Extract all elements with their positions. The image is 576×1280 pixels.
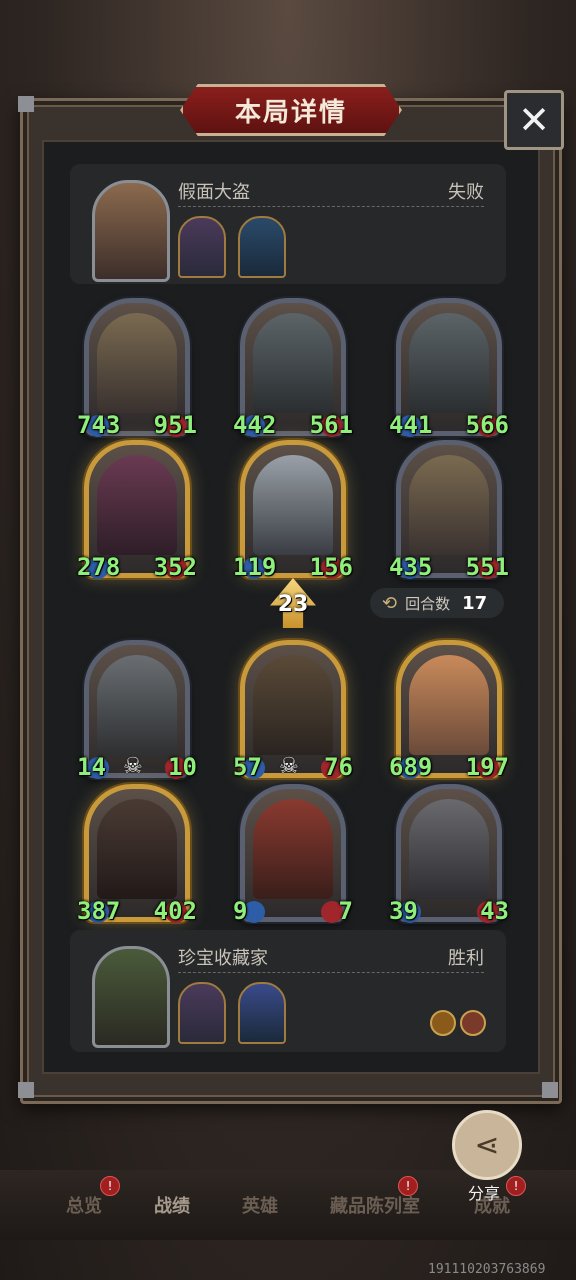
health-value: 561	[309, 411, 353, 439]
tier-level: 23	[277, 592, 309, 617]
medals	[430, 1010, 486, 1036]
minion-art	[253, 455, 333, 555]
rounds-badge: ⟲ 回合数 17	[370, 588, 504, 618]
minion-art	[253, 799, 333, 899]
attack-value: 689	[389, 753, 433, 781]
minion-art	[409, 799, 489, 899]
title-text: 本局详情	[234, 97, 347, 128]
skull-icon: ☠	[123, 754, 143, 779]
frame-corner	[542, 1082, 558, 1098]
attack-value: 441	[389, 411, 433, 439]
divider	[178, 206, 484, 207]
minion-art	[97, 799, 177, 899]
health-value: 7	[338, 897, 353, 925]
attack-value: 9	[233, 897, 248, 925]
rounds-label: 回合数	[405, 594, 451, 613]
attack-value: 743	[77, 411, 121, 439]
player-panel: 珍宝收藏家 胜利	[70, 930, 506, 1052]
share-button[interactable]: ⋖	[452, 1110, 522, 1180]
skull-icon: ☠	[279, 754, 299, 779]
opponent-minion-card[interactable]: 441 566	[389, 298, 509, 439]
player-spell-card[interactable]	[238, 982, 286, 1044]
minion-art	[409, 455, 489, 555]
close-icon: ✕	[518, 98, 550, 142]
player-minion-card[interactable]: 689 197	[389, 640, 509, 781]
health-value: 951	[153, 411, 197, 439]
notification-dot: !	[398, 1176, 418, 1196]
user-id: 191110203763869	[428, 1262, 546, 1277]
player-result: 胜利	[448, 948, 484, 969]
opponent-minion-card[interactable]: 442 561	[233, 298, 353, 439]
health-value: 43	[480, 897, 509, 925]
frame-corner	[18, 96, 34, 112]
health-value: 402	[153, 897, 197, 925]
minion-art	[253, 313, 333, 413]
crown-medal-icon	[430, 1010, 456, 1036]
opponent-avatar	[92, 180, 170, 282]
attack-value: 387	[77, 897, 121, 925]
share-label: 分享	[467, 1184, 500, 1203]
rounds-icon: ⟲	[382, 592, 398, 614]
minion-art	[409, 655, 489, 755]
health-value: 197	[465, 753, 509, 781]
player-minion-card[interactable]: ☠ 14 10	[77, 640, 197, 781]
share-icon: ⋖	[474, 1127, 500, 1163]
rounds-value: 17	[462, 592, 488, 614]
minion-art	[97, 313, 177, 413]
health-value: 566	[465, 411, 509, 439]
opponent-minion-card[interactable]: 278 352	[77, 440, 197, 581]
notification-dot: !	[100, 1176, 120, 1196]
opponent-spell-card[interactable]	[238, 216, 286, 278]
opponent-panel: 假面大盗 失败	[70, 164, 506, 284]
nav-record[interactable]: 战绩	[154, 1192, 190, 1218]
opponent-name: 假面大盗	[178, 182, 250, 203]
player-minion-card[interactable]: ☠ 57 76	[233, 640, 353, 781]
health-value: 10	[168, 753, 197, 781]
attack-value: 57	[233, 753, 262, 781]
attack-value: 435	[389, 553, 433, 581]
attack-value: 442	[233, 411, 277, 439]
minion-art	[253, 655, 333, 755]
player-spell-card[interactable]	[178, 982, 226, 1044]
opponent-minion-card[interactable]: 743 951	[77, 298, 197, 439]
minion-art	[409, 313, 489, 413]
attack-value: 14	[77, 753, 106, 781]
close-button[interactable]: ✕	[504, 90, 564, 150]
player-minion-card[interactable]: 387 402	[77, 784, 197, 925]
health-value: 156	[309, 553, 353, 581]
page-title: 本局详情	[180, 84, 402, 136]
health-value: 352	[153, 553, 197, 581]
health-value: 76	[324, 753, 353, 781]
minion-art	[97, 455, 177, 555]
nav-overview[interactable]: 总览	[66, 1192, 102, 1218]
attack-value: 119	[233, 553, 277, 581]
opponent-result: 失败	[448, 182, 484, 203]
player-minion-card[interactable]: 9 7	[233, 784, 353, 925]
minion-art	[97, 655, 177, 755]
opponent-spell-card[interactable]	[178, 216, 226, 278]
health-value: 551	[465, 553, 509, 581]
medal-icon	[460, 1010, 486, 1036]
nav-hero[interactable]: 英雄	[242, 1192, 278, 1218]
opponent-minion-card[interactable]: 435 551	[389, 440, 509, 581]
opponent-minion-card[interactable]: 119 156	[233, 440, 353, 581]
divider	[178, 972, 484, 973]
attack-value: 278	[77, 553, 121, 581]
frame-corner	[18, 1082, 34, 1098]
player-name: 珍宝收藏家	[178, 948, 268, 969]
player-minion-card[interactable]: 39 43	[389, 784, 509, 925]
player-avatar	[92, 946, 170, 1048]
attack-value: 39	[389, 897, 418, 925]
